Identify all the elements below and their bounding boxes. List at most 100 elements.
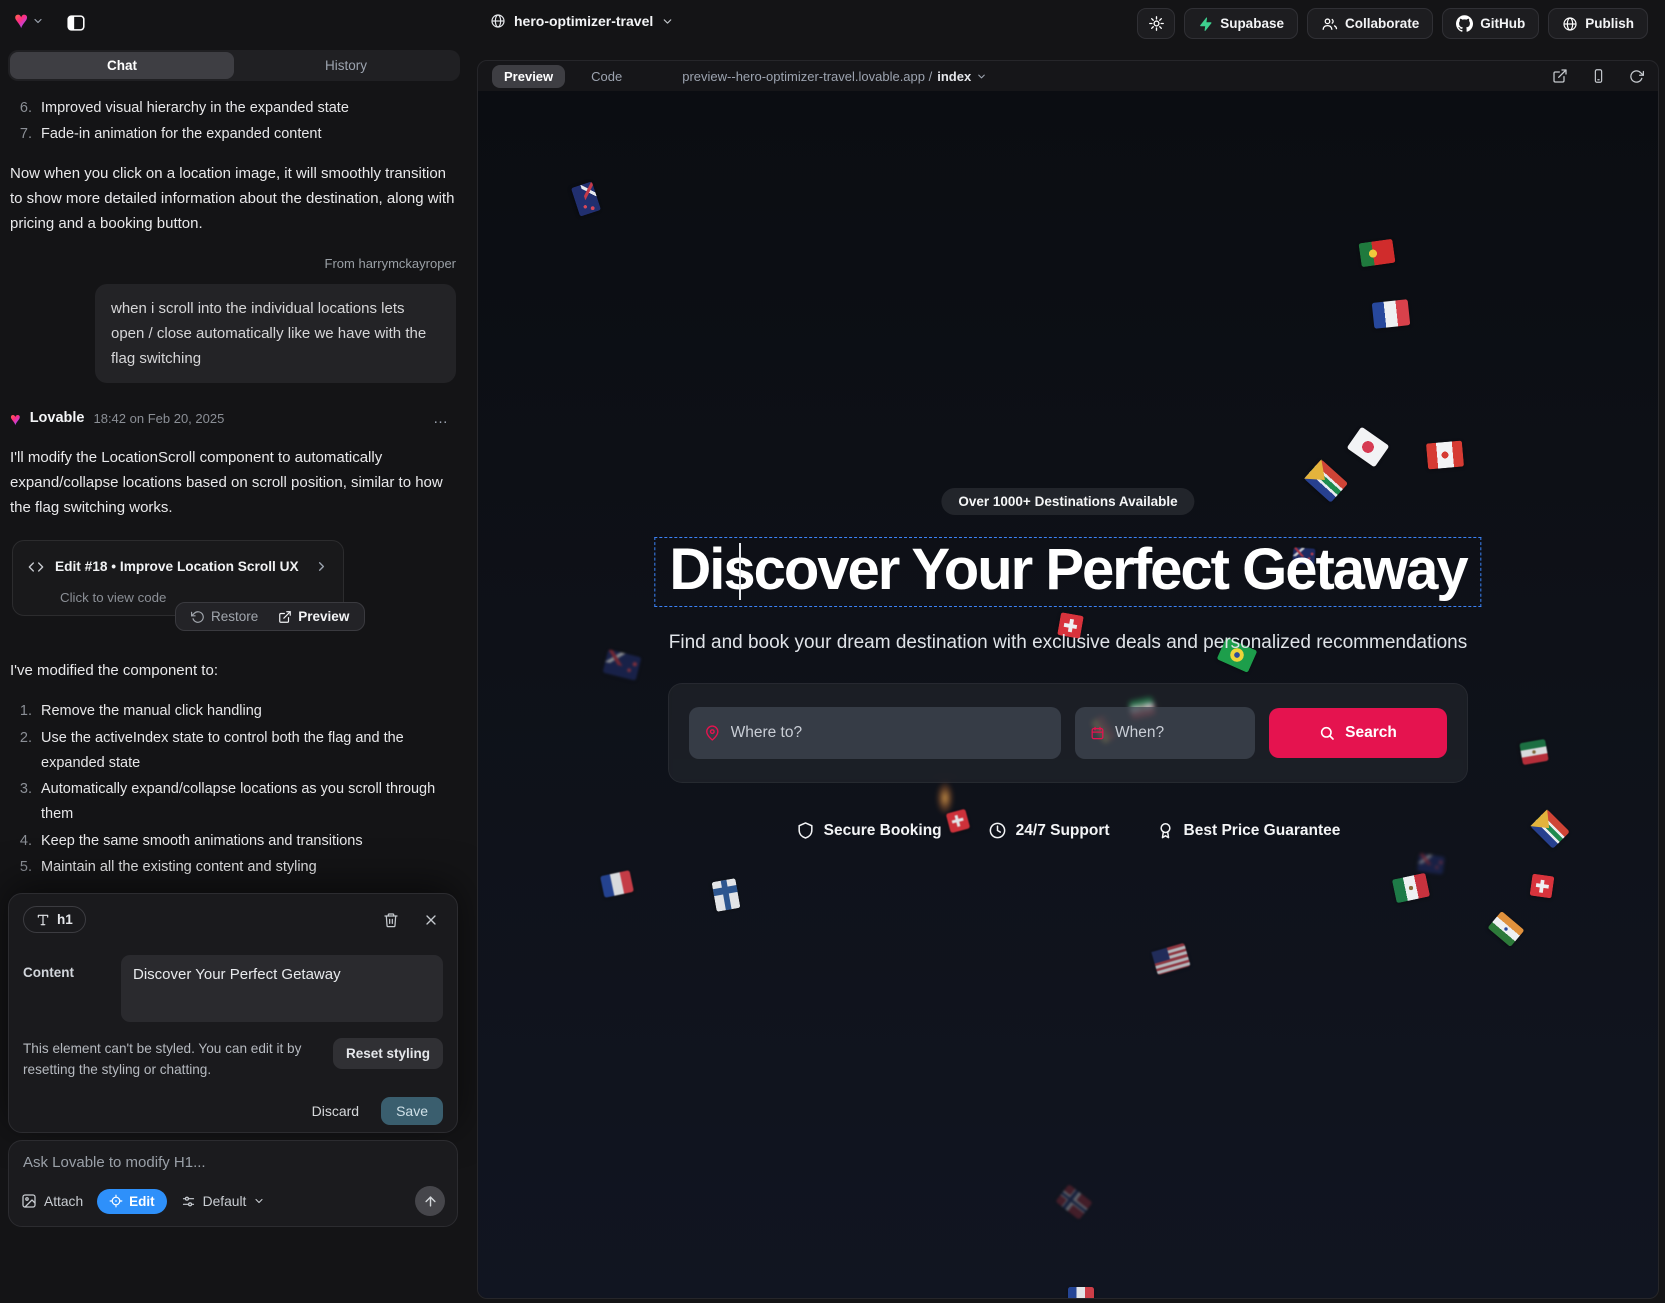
restore-button[interactable]: Restore [182, 600, 267, 633]
tab-chat[interactable]: Chat [10, 52, 234, 79]
clock-icon [988, 821, 1007, 840]
close-icon [423, 912, 439, 928]
hero-title[interactable]: Discover Your Perfect Getaway [669, 540, 1466, 600]
assistant-paragraph: I'll modify the LocationScroll component… [10, 445, 456, 520]
feature-best-price: Best Price Guarantee [1156, 821, 1341, 840]
search-button[interactable]: Search [1269, 708, 1447, 758]
calendar-icon [1090, 724, 1105, 742]
map-pin-icon [704, 724, 721, 742]
list-item: 3.Automatically expand/collapse location… [10, 777, 456, 827]
award-icon [1156, 821, 1175, 840]
assistant-list: 1.Remove the manual click handling 2.Use… [10, 699, 456, 880]
chat-composer: Attach Edit Default [8, 1140, 458, 1227]
trash-icon [383, 912, 399, 928]
message-from-label: From harrymckayroper [10, 251, 456, 276]
content-field-label: Content [23, 955, 107, 1022]
supabase-icon [1198, 16, 1213, 32]
where-input[interactable] [731, 724, 1046, 742]
publish-button[interactable]: Publish [1548, 8, 1648, 39]
attach-button[interactable]: Attach [21, 1193, 83, 1209]
message-menu-button[interactable]: … [433, 406, 456, 431]
sidebar-panel-icon [65, 12, 87, 34]
discard-button[interactable]: Discard [300, 1097, 371, 1125]
assistant-paragraph: Now when you click on a location image, … [10, 161, 456, 236]
tab-preview[interactable]: Preview [492, 65, 565, 88]
chevron-down-icon [253, 1195, 265, 1207]
toggle-sidebar-button[interactable] [62, 9, 90, 37]
chevron-down-icon [976, 71, 987, 82]
collaborate-button[interactable]: Collaborate [1307, 8, 1433, 39]
code-icon [27, 559, 45, 575]
arrow-up-icon [423, 1194, 438, 1209]
when-input[interactable] [1115, 724, 1240, 742]
delete-element-button[interactable] [379, 908, 403, 932]
chat-sidebar: Chat History 6.Improved visual hierarchy… [0, 48, 468, 1303]
edit-card-container: Edit #18 • Improve Location Scroll UX Cl… [10, 540, 456, 646]
feature-support: 24/7 Support [988, 821, 1110, 840]
supabase-button[interactable]: Supabase [1184, 8, 1298, 39]
collaborate-label: Collaborate [1345, 16, 1419, 31]
where-field[interactable] [689, 707, 1061, 759]
supabase-label: Supabase [1220, 16, 1284, 31]
mobile-view-button[interactable] [1591, 68, 1606, 84]
refresh-icon [1629, 69, 1644, 84]
preview-pane: Preview Code preview--hero-optimizer-tra… [477, 60, 1659, 1299]
github-label: GitHub [1480, 16, 1525, 31]
search-icon [1319, 725, 1335, 741]
edit-mode-pill[interactable]: Edit [97, 1189, 167, 1214]
edit-card-title: Edit #18 • Improve Location Scroll UX [55, 554, 304, 579]
assistant-list: 6.Improved visual hierarchy in the expan… [10, 96, 456, 147]
list-item: 2.Use the activeIndex state to control b… [10, 726, 456, 776]
gear-icon [1148, 15, 1165, 32]
globe-icon [490, 13, 506, 29]
globe-icon [1562, 16, 1578, 32]
external-link-icon [1552, 68, 1568, 84]
element-tag-pill[interactable]: h1 [23, 906, 86, 933]
list-item: 7.Fade-in animation for the expanded con… [10, 122, 456, 147]
when-field[interactable] [1075, 707, 1255, 759]
project-switcher[interactable]: hero-optimizer-travel [490, 13, 674, 29]
send-button[interactable] [415, 1186, 445, 1216]
feature-secure-booking: Secure Booking [796, 821, 942, 840]
composer-input[interactable] [23, 1154, 443, 1171]
lovable-logo[interactable]: ♥ [14, 9, 44, 33]
save-button[interactable]: Save [381, 1097, 443, 1125]
refresh-button[interactable] [1629, 69, 1644, 84]
assistant-paragraph: I've modified the component to: [10, 658, 456, 683]
lovable-heart-icon: ♥ [14, 9, 28, 33]
shield-icon [796, 821, 815, 840]
crosshair-icon [109, 1194, 123, 1208]
list-item: 6.Improved visual hierarchy in the expan… [10, 96, 456, 121]
sliders-icon [181, 1194, 196, 1209]
restore-preview-bar: Restore Preview [175, 602, 365, 631]
text-caret [739, 543, 741, 600]
close-inspector-button[interactable] [419, 908, 443, 932]
list-item: 1.Remove the manual click handling [10, 699, 456, 724]
content-textarea[interactable]: Discover Your Perfect Getaway [121, 955, 443, 1017]
reset-styling-button[interactable]: Reset styling [333, 1038, 443, 1069]
assistant-name: Lovable [30, 406, 85, 431]
preview-url-bar[interactable]: preview--hero-optimizer-travel.lovable.a… [682, 69, 987, 84]
selected-h1-outline[interactable]: Discover Your Perfect Getaway [654, 537, 1481, 607]
lovable-heart-icon: ♥ [10, 410, 21, 428]
settings-button[interactable] [1137, 8, 1175, 39]
users-icon [1321, 16, 1338, 32]
external-link-icon [278, 610, 292, 624]
github-button[interactable]: GitHub [1442, 8, 1539, 39]
tab-history[interactable]: History [234, 52, 458, 79]
list-item: 5.Maintain all the existing content and … [10, 855, 456, 880]
feature-list: Secure Booking 24/7 Support Best Price G… [478, 821, 1658, 840]
preview-version-button[interactable]: Preview [269, 600, 358, 633]
element-tag-name: h1 [57, 912, 73, 927]
tab-code[interactable]: Code [579, 65, 634, 88]
chevron-down-icon [32, 15, 44, 27]
open-in-new-tab-button[interactable] [1552, 68, 1568, 84]
list-item: 4.Keep the same smooth animations and tr… [10, 829, 456, 854]
hero-section: Over 1000+ Destinations Available Discov… [478, 91, 1658, 1298]
mode-selector[interactable]: Default [181, 1194, 266, 1209]
chat-history-tabs: Chat History [8, 50, 460, 81]
image-icon [21, 1193, 37, 1209]
rotate-ccw-icon [191, 610, 205, 624]
top-bar: ♥ hero-optimizer-travel Supabase Collabo… [0, 0, 1665, 48]
assistant-message-header: ♥ Lovable 18:42 on Feb 20, 2025 … [10, 406, 456, 431]
